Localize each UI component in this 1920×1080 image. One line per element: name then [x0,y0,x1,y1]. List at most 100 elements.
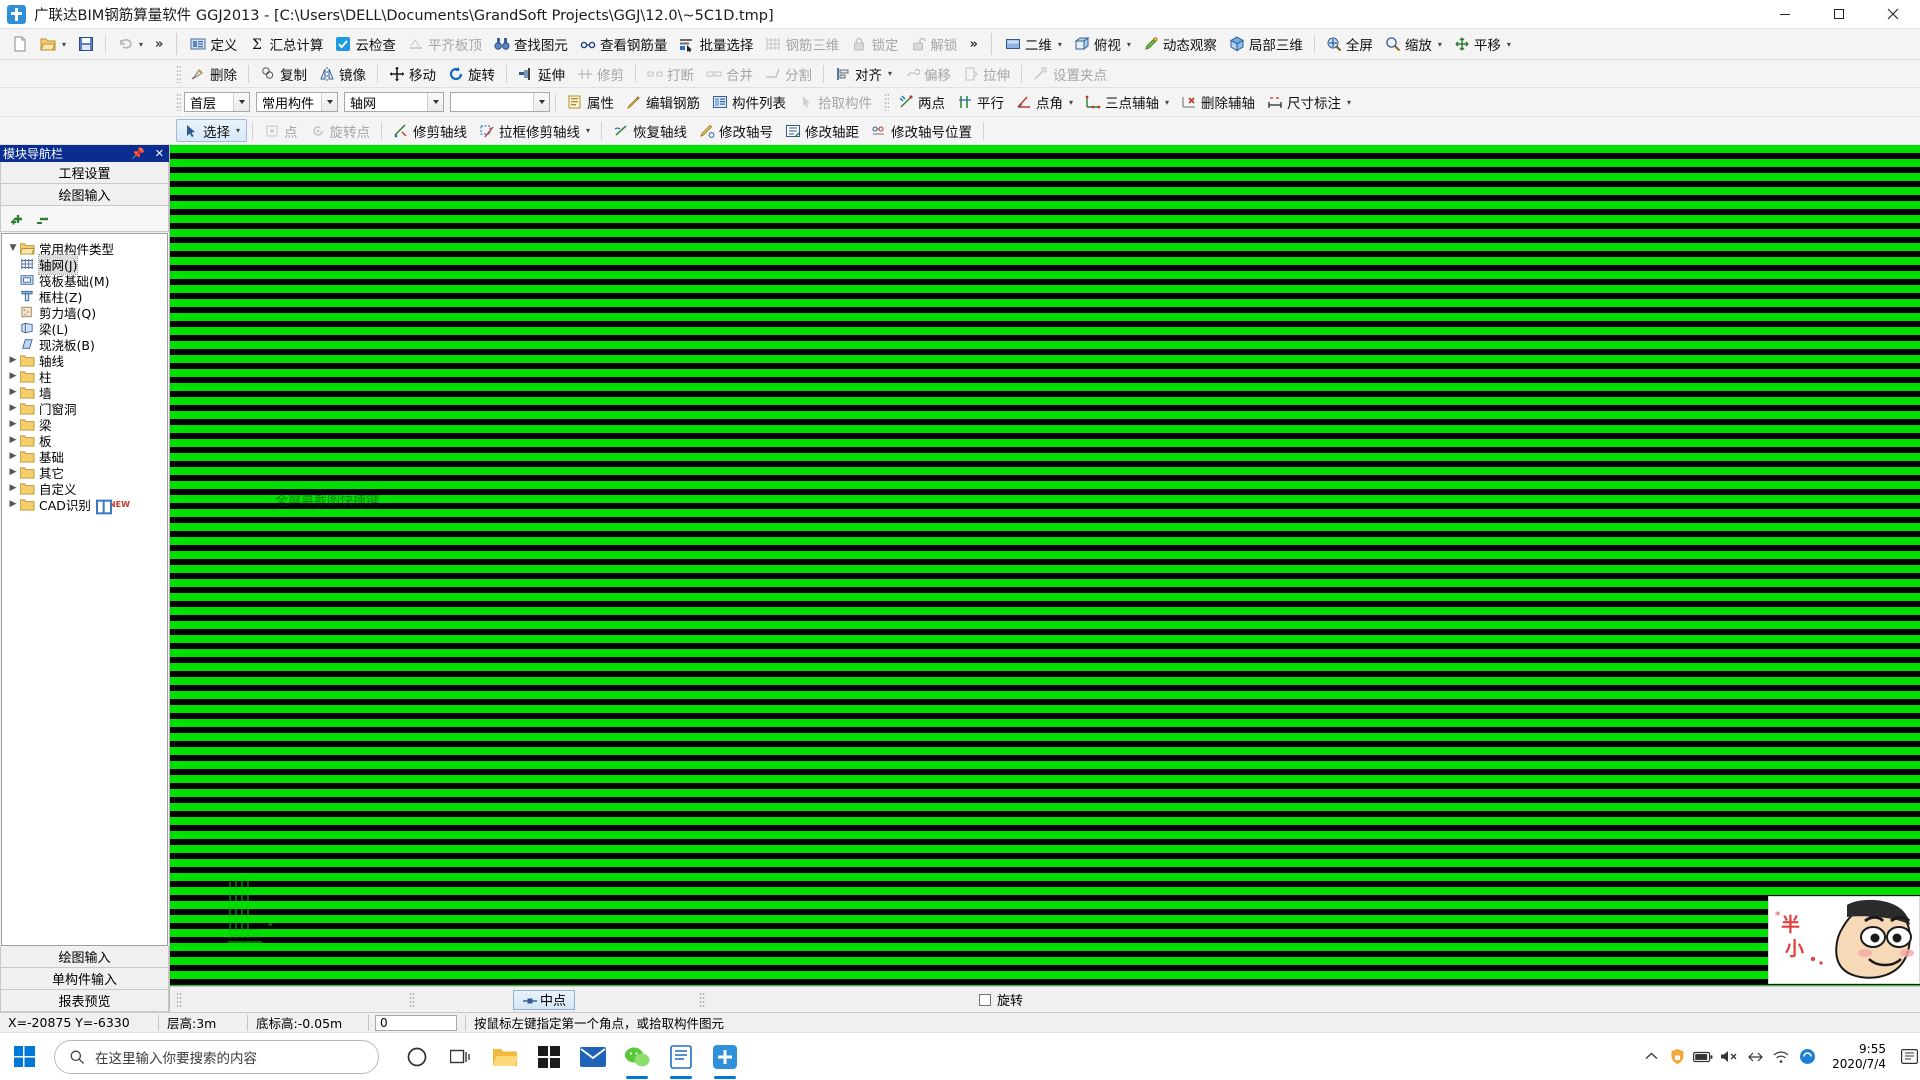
tray-volume-icon[interactable] [1716,1033,1742,1080]
tray-battery-icon[interactable] [1690,1033,1716,1080]
chevron-down-icon[interactable]: ▾ [62,40,66,49]
chevron-down-icon[interactable]: ▾ [236,126,240,135]
tray-wifi-icon[interactable] [1768,1033,1794,1080]
chevron-down-icon[interactable]: ▾ [888,69,892,78]
restore-axis-button[interactable]: 恢复轴线 [607,119,693,142]
chevron-right-icon[interactable]: ▶ [6,403,20,413]
quick-access-overflow[interactable]: » [149,37,169,52]
pan-button[interactable]: 平移 ▾ [1448,33,1517,56]
chevron-down-icon[interactable]: ▾ [1127,40,1131,49]
dimension-button[interactable]: 尺寸标注 ▾ [1261,91,1357,114]
tree-node-cast-slab[interactable]: 现浇板(B) [2,336,167,353]
chevron-right-icon[interactable]: ▶ [6,387,20,397]
fullscreen-button[interactable]: 全屏 [1320,33,1379,56]
break-button[interactable]: 打断 [641,62,700,85]
wps-icon[interactable] [659,1033,703,1080]
module-drawing-input[interactable]: 绘图输入 [0,184,169,206]
rebar-3d-button[interactable]: 钢筋三维 [759,33,845,56]
tree-node-slab-folder[interactable]: ▶ 板 [2,432,167,449]
chevron-down-icon[interactable] [321,93,337,111]
three-point-axis-button[interactable]: 三点辅轴 ▾ [1079,91,1175,114]
tree-node-column[interactable]: ▶ 柱 [2,368,167,385]
tree-node-door-window-opening[interactable]: ▶ 门窗洞 [2,400,167,417]
taskbar-search-box[interactable]: 在这里输入你要搜索的内容 [54,1039,379,1074]
edit-axis-number-button[interactable]: 修改轴号 [693,119,779,142]
delete-button[interactable]: 删除 [184,62,243,85]
close-button[interactable] [1866,0,1920,29]
tray-overflow-icon[interactable] [1638,1033,1664,1080]
top-view-button[interactable]: 俯视 ▾ [1068,33,1137,56]
box-trim-axis-button[interactable]: 拉框修剪轴线 ▾ [473,119,596,142]
taskbar-clock[interactable]: 9:55 2020/7/4 [1820,1033,1898,1080]
start-button[interactable] [0,1033,48,1080]
rotate-button[interactable]: 旋转 [442,62,501,85]
merge-button[interactable]: 合并 [700,62,759,85]
point-button[interactable]: 点 [258,119,304,142]
module-project-settings[interactable]: 工程设置 [0,162,169,184]
file-explorer-icon[interactable] [483,1033,527,1080]
ribbon-group1-overflow[interactable]: » [963,37,983,52]
chevron-down-icon[interactable]: ▼ [6,243,20,253]
snap-drag-handle[interactable] [409,991,415,1008]
tree-node-wall[interactable]: ▶ 墙 [2,384,167,401]
tray-sogou-icon[interactable] [1794,1033,1820,1080]
tree-node-common-types[interactable]: ▼ 常用构件类型 [2,240,167,257]
tray-network-icon[interactable] [1742,1033,1768,1080]
chevron-down-icon[interactable]: ▾ [1069,98,1073,107]
floor-combo[interactable]: 首层 [184,92,250,112]
close-icon[interactable]: ✕ [150,147,169,160]
maximize-button[interactable] [1812,0,1866,29]
bottom-drawing-input[interactable]: 绘图输入 [0,946,169,968]
chevron-right-icon[interactable]: ▶ [6,371,20,381]
rotate-checkbox[interactable] [979,993,992,1006]
properties-button[interactable]: 属性 [561,91,620,114]
tree-node-axis-line[interactable]: ▶ 轴线 [2,352,167,369]
chevron-right-icon[interactable]: ▶ [6,499,20,509]
bottom-single-component-input[interactable]: 单构件输入 [0,968,169,990]
component-name-combo[interactable] [450,92,550,112]
offset-button[interactable]: 偏移 [898,62,957,85]
pick-component-button[interactable]: 拾取构件 [792,91,878,114]
minimize-button[interactable] [1758,0,1812,29]
trim-button[interactable]: 修剪 [571,62,630,85]
lock-button[interactable]: 锁定 [845,33,904,56]
chevron-down-icon[interactable]: ▾ [1058,40,1062,49]
open-file-button[interactable]: ▾ [34,33,72,56]
component-type-combo[interactable]: 常用构件 [256,92,338,112]
midpoint-snap-button[interactable]: 中点 [513,989,576,1010]
notification-icon[interactable] [1898,1033,1920,1080]
zoom-button[interactable]: 缩放 ▾ [1379,33,1448,56]
rotate-point-button[interactable]: 旋转点 [304,119,377,142]
toolbar-drag-handle[interactable] [176,64,181,83]
orbit-button[interactable]: 动态观察 [1137,33,1223,56]
component-tree[interactable]: ▼ 常用构件类型 轴网(J) 筏板基础(M) 框柱(Z) 剪力墙(Q) 梁(L)… [1,233,168,946]
define-button[interactable]: 定义 [184,33,243,56]
chevron-down-icon[interactable]: ▾ [1438,40,1442,49]
chevron-right-icon[interactable]: ▶ [6,451,20,461]
2d-view-button[interactable]: 二维 ▾ [999,33,1068,56]
chevron-down-icon[interactable] [233,93,249,111]
collapse-all-icon[interactable] [36,211,52,227]
chevron-right-icon[interactable]: ▶ [6,467,20,477]
split-button[interactable]: 分割 [759,62,818,85]
tray-security-icon[interactable] [1664,1033,1690,1080]
toolbar-drag-handle[interactable] [176,93,181,111]
summary-calc-button[interactable]: Σ 汇总计算 [243,33,329,56]
tree-node-cad-recognition[interactable]: ▶ CAD识别 NEW [2,496,167,514]
grandsoft-icon[interactable] [703,1033,747,1080]
tree-node-raft-foundation[interactable]: 筏板基础(M) [2,272,167,289]
new-file-button[interactable] [6,33,34,56]
save-file-button[interactable] [72,33,100,56]
edit-rebar-button[interactable]: 编辑钢筋 [620,91,706,114]
wechat-icon[interactable] [615,1033,659,1080]
chevron-down-icon[interactable]: ▾ [586,126,590,135]
delete-axis-button[interactable]: 删除辅轴 [1175,91,1261,114]
undo-button[interactable]: ▾ [111,33,149,56]
pin-icon[interactable]: 📌 [126,147,150,160]
snap-drag-handle[interactable] [176,991,182,1008]
batch-select-button[interactable]: 批量选择 [673,33,759,56]
copy-button[interactable]: 复制 [254,62,313,85]
component-combo[interactable]: 轴网 [344,92,444,112]
align-button[interactable]: 对齐 ▾ [829,62,898,85]
chevron-right-icon[interactable]: ▶ [6,355,20,365]
